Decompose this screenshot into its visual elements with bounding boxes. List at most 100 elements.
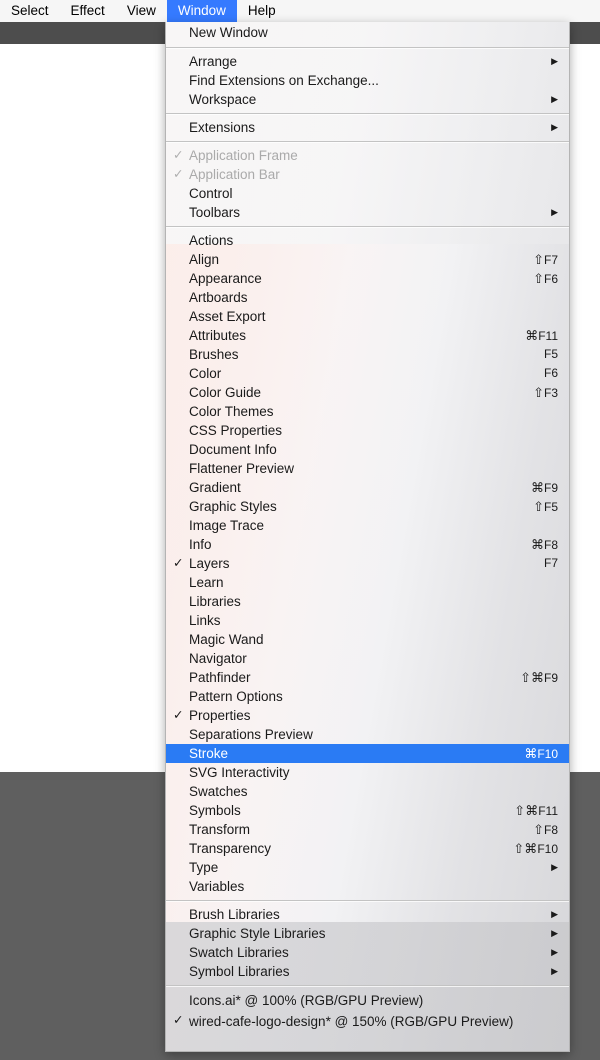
- menu-item-control[interactable]: Control: [166, 184, 569, 203]
- window-menu-dropdown[interactable]: New Window Arrange ▶ Find Extensions on Exc…: [165, 22, 570, 1052]
- shortcut-key: F11: [538, 803, 558, 818]
- shortcut-key: F10: [537, 746, 558, 761]
- menu-separator: [166, 900, 569, 901]
- menu-item-shortcut: ⌘F11: [525, 326, 561, 346]
- check-icon: ✓: [173, 708, 184, 722]
- menu-item-graphic-styles[interactable]: Graphic Styles ⇧F5: [166, 497, 569, 516]
- menu-item-magic-wand[interactable]: Magic Wand: [166, 630, 569, 649]
- menu-item-asset-export[interactable]: Asset Export: [166, 307, 569, 326]
- menu-item-css-properties[interactable]: CSS Properties: [166, 421, 569, 440]
- menu-item-label: Stroke: [189, 746, 229, 761]
- menu-item-navigator[interactable]: Navigator: [166, 649, 569, 668]
- shortcut-key: F8: [543, 822, 558, 837]
- submenu-arrow-icon: ▶: [551, 122, 558, 132]
- menu-separator: [166, 226, 569, 227]
- menubar-item-help[interactable]: Help: [237, 0, 287, 22]
- menu-item-learn[interactable]: Learn: [166, 573, 569, 592]
- menu-item-icons-ai-100-rgb-gpu-preview[interactable]: Icons.ai* @ 100% (RGB/GPU Preview): [166, 990, 569, 1011]
- menu-item-type[interactable]: Type ▶: [166, 858, 569, 877]
- menu-item-label: Type: [189, 860, 219, 875]
- menu-item-label: Document Info: [189, 442, 277, 457]
- menu-item-flattener-preview[interactable]: Flattener Preview: [166, 459, 569, 478]
- menu-item-new-window[interactable]: New Window: [166, 22, 569, 43]
- menu-item-label: Control: [189, 186, 233, 201]
- menu-item-separations-preview[interactable]: Separations Preview: [166, 725, 569, 744]
- menu-item-pathfinder[interactable]: Pathfinder ⇧⌘F9: [166, 668, 569, 687]
- menu-item-gradient[interactable]: Gradient ⌘F9: [166, 478, 569, 497]
- menu-item-label: Symbols: [189, 803, 241, 818]
- menu-item-align[interactable]: Align ⇧F7: [166, 250, 569, 269]
- menu-item-swatch-libraries[interactable]: Swatch Libraries ▶: [166, 943, 569, 962]
- check-icon: ✓: [173, 556, 184, 570]
- menu-item-brushes[interactable]: Brushes F5: [166, 345, 569, 364]
- menu-item-info[interactable]: Info ⌘F8: [166, 535, 569, 554]
- shortcut-modifier-icon: ⇧: [533, 270, 544, 286]
- menu-item-wired-cafe-logo-design-150-rgb-gpu-preview[interactable]: ✓ wired-cafe-logo-design* @ 150% (RGB/GPU…: [166, 1011, 569, 1032]
- menu-item-shortcut: ⌘F9: [531, 478, 561, 498]
- menu-item-label: Properties: [189, 708, 251, 723]
- shortcut-key: F9: [543, 670, 558, 685]
- menu-item-color-guide[interactable]: Color Guide ⇧F3: [166, 383, 569, 402]
- shortcut-key: F5: [543, 347, 558, 361]
- menu-item-label: Links: [189, 613, 221, 628]
- menu-item-label: Info: [189, 537, 212, 552]
- shortcut-modifier-icon: ⇧: [533, 384, 544, 400]
- menu-item-label: SVG Interactivity: [189, 765, 290, 780]
- shortcut-modifier-icon: ⇧⌘: [513, 840, 538, 856]
- menu-item-label: Actions: [189, 233, 234, 248]
- shortcut-key: F11: [538, 328, 558, 343]
- menu-item-image-trace[interactable]: Image Trace: [166, 516, 569, 535]
- menu-item-label: Brushes: [189, 347, 239, 362]
- menu-item-appearance[interactable]: Appearance ⇧F6: [166, 269, 569, 288]
- menu-item-color[interactable]: Color F6: [166, 364, 569, 383]
- menu-item-svg-interactivity[interactable]: SVG Interactivity: [166, 763, 569, 782]
- menu-item-label: Libraries: [189, 594, 241, 609]
- menu-item-libraries[interactable]: Libraries: [166, 592, 569, 611]
- submenu-arrow-icon: ▶: [551, 94, 558, 104]
- menu-bar[interactable]: Select Effect View Window Help: [0, 0, 600, 22]
- shortcut-key: F10: [537, 841, 558, 856]
- menu-item-arrange[interactable]: Arrange ▶: [166, 52, 569, 71]
- menu-item-transparency[interactable]: Transparency ⇧⌘F10: [166, 839, 569, 858]
- menu-item-find-extensions-on-exchange[interactable]: Find Extensions on Exchange...: [166, 71, 569, 90]
- menu-item-attributes[interactable]: Attributes ⌘F11: [166, 326, 569, 345]
- menu-item-variables[interactable]: Variables: [166, 877, 569, 896]
- menu-item-workspace[interactable]: Workspace ▶: [166, 90, 569, 109]
- menubar-item-select[interactable]: Select: [0, 0, 60, 22]
- menu-item-links[interactable]: Links: [166, 611, 569, 630]
- shortcut-key: F6: [543, 271, 558, 286]
- menu-item-stroke[interactable]: Stroke ⌘F10: [166, 744, 569, 763]
- menu-item-extensions[interactable]: Extensions ▶: [166, 118, 569, 137]
- menu-item-color-themes[interactable]: Color Themes: [166, 402, 569, 421]
- check-icon: ✓: [173, 1013, 184, 1027]
- menu-item-symbol-libraries[interactable]: Symbol Libraries ▶: [166, 962, 569, 981]
- menu-item-label: Brush Libraries: [189, 907, 280, 922]
- menubar-item-effect[interactable]: Effect: [60, 0, 116, 22]
- menubar-item-view[interactable]: View: [116, 0, 167, 22]
- menubar-item-window[interactable]: Window: [166, 0, 237, 22]
- menu-item-shortcut: ⇧⌘F9: [520, 668, 561, 688]
- menu-item-actions[interactable]: Actions: [166, 231, 569, 250]
- menu-item-label: CSS Properties: [189, 423, 283, 438]
- menu-item-label: Extensions: [189, 120, 256, 135]
- menu-item-transform[interactable]: Transform ⇧F8: [166, 820, 569, 839]
- menu-item-shortcut: F6: [544, 364, 561, 383]
- menu-item-symbols[interactable]: Symbols ⇧⌘F11: [166, 801, 569, 820]
- shortcut-modifier-icon: ⌘: [524, 745, 538, 761]
- menu-item-properties[interactable]: ✓ Properties: [166, 706, 569, 725]
- menu-item-document-info[interactable]: Document Info: [166, 440, 569, 459]
- menu-item-label: Graphic Styles: [189, 499, 277, 514]
- menu-item-label: Swatch Libraries: [189, 945, 289, 960]
- check-icon: ✓: [173, 148, 184, 162]
- menu-item-layers[interactable]: ✓ Layers F7: [166, 554, 569, 573]
- menu-item-label: Symbol Libraries: [189, 964, 290, 979]
- menu-item-swatches[interactable]: Swatches: [166, 782, 569, 801]
- menu-item-artboards[interactable]: Artboards: [166, 288, 569, 307]
- menu-item-pattern-options[interactable]: Pattern Options: [166, 687, 569, 706]
- menu-item-toolbars[interactable]: Toolbars ▶: [166, 203, 569, 222]
- menu-item-brush-libraries[interactable]: Brush Libraries ▶: [166, 905, 569, 924]
- menu-item-shortcut: ⇧⌘F11: [514, 801, 561, 821]
- menu-item-application-bar: ✓ Application Bar: [166, 165, 569, 184]
- menu-item-graphic-style-libraries[interactable]: Graphic Style Libraries ▶: [166, 924, 569, 943]
- menu-item-shortcut: ⇧F8: [533, 820, 561, 840]
